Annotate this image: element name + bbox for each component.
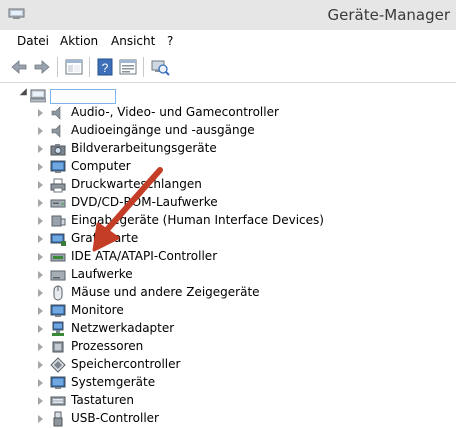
tree-category-row[interactable]: Grafikkarte [0, 230, 456, 248]
drive-icon [50, 270, 66, 281]
tree-category-row[interactable]: Systemgeräte [0, 374, 456, 392]
tree-category-label: Grafikkarte [71, 231, 139, 245]
tree-category-label: Computer [71, 159, 131, 173]
monitor-icon [50, 160, 66, 173]
toolbar-separator [57, 57, 58, 77]
tree-category-row[interactable]: Bildverarbeitungsgeräte [0, 140, 456, 158]
tree-category-row[interactable]: Monitore [0, 302, 456, 320]
system-device-icon [50, 376, 66, 389]
menu-datei[interactable]: Datei [17, 34, 49, 48]
tree-category-label: Audioeingänge und -ausgänge [71, 123, 255, 137]
expand-chevron-icon[interactable] [38, 181, 43, 189]
tree-category-row[interactable]: Laufwerke [0, 266, 456, 284]
mouse-icon [53, 285, 63, 301]
toolbar-separator [89, 57, 90, 77]
title-bar: Geräte-Manager [0, 0, 456, 30]
speaker-icon [51, 106, 61, 120]
expand-chevron-icon[interactable] [38, 307, 43, 315]
toolbar-separator [143, 57, 144, 77]
expand-chevron-icon[interactable] [38, 253, 43, 261]
menu-bar: Datei Aktion Ansicht ? [0, 30, 456, 52]
tree-category-row[interactable]: Computer [0, 158, 456, 176]
tree-category-label: Mäuse und andere Zeigegeräte [71, 285, 260, 299]
menu-help[interactable]: ? [167, 34, 173, 48]
tree-category-row[interactable]: Tastaturen [0, 392, 456, 410]
expand-chevron-icon[interactable] [38, 199, 43, 207]
printer-icon [50, 178, 66, 193]
tree-category-row[interactable]: Speichercontroller [0, 356, 456, 374]
toolbar: ? [0, 52, 456, 83]
expand-chevron-icon[interactable] [38, 325, 43, 333]
tree-category-label: Audio-, Video- und Gamecontroller [71, 105, 279, 119]
tree-category-label: Speichercontroller [71, 357, 181, 371]
display-adapter-icon [50, 233, 66, 246]
expand-chevron-icon[interactable] [38, 379, 43, 387]
tree-category-row[interactable]: DVD/CD-ROM-Laufwerke [0, 194, 456, 212]
speaker-icon [51, 124, 61, 138]
tree-category-label: Tastaturen [71, 393, 134, 407]
keyboard-icon [50, 396, 66, 406]
tree-category-label: IDE ATA/ATAPI-Controller [71, 249, 218, 263]
tree-category-label: Netzwerkadapter [71, 321, 175, 335]
expand-chevron-icon[interactable] [38, 145, 43, 153]
tree-category-row[interactable]: Netzwerkadapter [0, 320, 456, 338]
device-manager-app-icon [8, 8, 25, 19]
expand-chevron-icon[interactable] [38, 397, 43, 405]
disc-drive-icon [50, 199, 66, 208]
expand-chevron-icon[interactable] [38, 217, 43, 225]
window-title: Geräte-Manager [327, 6, 450, 24]
expand-chevron-icon[interactable] [38, 415, 43, 423]
forward-arrow-icon[interactable] [32, 57, 52, 77]
ide-controller-icon [50, 253, 66, 262]
tree-category-label: Druckwarteschlangen [71, 177, 202, 191]
scan-hardware-changes-icon[interactable] [150, 57, 170, 77]
expand-chevron-icon[interactable] [38, 361, 43, 369]
camera-icon [50, 144, 66, 156]
expand-chevron-icon[interactable] [38, 235, 43, 243]
tree-category-row[interactable]: Audioeingänge und -ausgänge [0, 122, 456, 140]
tree-category-row[interactable]: Druckwarteschlangen [0, 176, 456, 194]
processor-icon [52, 341, 64, 353]
collapse-chevron-icon[interactable] [19, 88, 31, 99]
storage-controller-icon [50, 357, 66, 373]
expand-chevron-icon[interactable] [38, 127, 43, 135]
tree-category-row[interactable]: Eingabegeräte (Human Interface Devices) [0, 212, 456, 230]
expand-chevron-icon[interactable] [38, 109, 43, 117]
tree-category-label: Bildverarbeitungsgeräte [71, 141, 217, 155]
back-arrow-icon[interactable] [9, 57, 29, 77]
show-hide-console-tree-icon[interactable] [64, 57, 84, 77]
computer-name-field[interactable] [50, 89, 116, 104]
tree-category-label: Eingabegeräte (Human Interface Devices) [71, 213, 324, 227]
tree-category-label: DVD/CD-ROM-Laufwerke [71, 195, 218, 209]
tree-category-row[interactable]: IDE ATA/ATAPI-Controller [0, 248, 456, 266]
menu-aktion[interactable]: Aktion [60, 34, 98, 48]
expand-chevron-icon[interactable] [38, 271, 43, 279]
tree-category-row[interactable]: Audio-, Video- und Gamecontroller [0, 104, 456, 122]
menu-ansicht[interactable]: Ansicht [111, 34, 155, 48]
properties-icon[interactable] [118, 57, 138, 77]
monitor-icon [50, 304, 66, 317]
computer-icon [30, 89, 46, 103]
tree-category-row[interactable]: Mäuse und andere Zeigegeräte [0, 284, 456, 302]
expand-chevron-icon[interactable] [38, 163, 43, 171]
expand-chevron-icon[interactable] [38, 289, 43, 297]
tree-category-label: Laufwerke [71, 267, 133, 281]
network-adapter-icon [52, 321, 64, 336]
tree-category-label: Monitore [71, 303, 124, 317]
tree-category-row[interactable]: USB-Controller [0, 410, 456, 428]
tree-category-label: Prozessoren [71, 339, 144, 353]
svg-text:?: ? [102, 61, 109, 75]
device-tree: Audio-, Video- und Gamecontroller Audioei… [0, 83, 456, 428]
expand-chevron-icon[interactable] [38, 343, 43, 351]
tree-category-row[interactable]: Prozessoren [0, 338, 456, 356]
hid-icon [51, 215, 66, 227]
usb-icon [53, 411, 63, 427]
tree-category-label: Systemgeräte [71, 375, 156, 389]
tree-category-label: USB-Controller [71, 411, 159, 425]
help-icon[interactable]: ? [95, 57, 115, 77]
